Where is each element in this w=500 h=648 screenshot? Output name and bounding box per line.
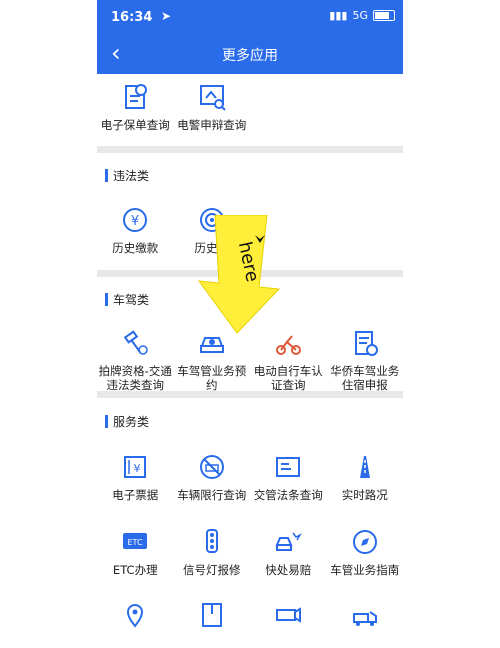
app-signal-repair[interactable]: 信号灯报修 <box>174 527 251 577</box>
insurance-doc-icon <box>125 84 148 109</box>
app-label: 快处易赔 <box>265 563 312 577</box>
traffic-light-icon <box>205 529 218 553</box>
etc-card-icon: ETC <box>123 533 148 549</box>
status-right: ▮▮▮ 5G <box>329 9 395 22</box>
app-label: 电子票据 <box>112 488 159 502</box>
section-title-text: 车驾类 <box>113 293 150 307</box>
section-title-violation: 违法类 <box>105 167 149 184</box>
nav-bar: ‹ 更多应用 <box>97 34 403 74</box>
app-vehicle-appointment[interactable]: 车驾管业务预约 <box>174 328 251 392</box>
tow-truck-icon <box>352 611 377 626</box>
app-label: ETC办理 <box>112 563 158 577</box>
app-etc[interactable]: ETC ETC办理 <box>97 527 174 577</box>
section-accent-bar <box>105 415 108 428</box>
battery-icon <box>373 10 395 21</box>
app-label: 华侨车驾业务住宿申报 <box>330 364 400 392</box>
compass-icon <box>352 530 377 554</box>
service-grid-row-2: ETC ETC办理 信号灯报修 快处易赔 车管业务指南 <box>97 527 403 577</box>
app-label: 信号灯报修 <box>183 563 241 577</box>
section-divider <box>97 391 403 398</box>
app-label: 电动自行车认证查询 <box>253 364 323 392</box>
network-type: 5G <box>352 9 368 22</box>
camera-appeal-icon <box>199 85 226 111</box>
vehicle-grid: 拍牌资格-交通违法类查询 车驾管业务预约 电动自行车认证查询 华侨车驾业务住宿申… <box>97 328 403 392</box>
app-label: 车管业务指南 <box>330 563 400 577</box>
app-label: 实时路况 <box>341 488 388 502</box>
app-service-map[interactable] <box>97 600 174 636</box>
svg-text:ETC: ETC <box>128 538 143 547</box>
guide-book-icon <box>201 603 222 627</box>
app-e-receipt[interactable]: ¥ 电子票据 <box>97 452 174 502</box>
app-label: 电子保单查询 <box>100 118 170 132</box>
page-title: 更多应用 <box>222 48 278 64</box>
app-plate-qualification[interactable]: 拍牌资格-交通违法类查询 <box>97 328 174 392</box>
here-arrow-overlay: here <box>197 215 281 334</box>
residence-form-icon <box>354 331 378 356</box>
car-crash-icon <box>275 532 303 551</box>
map-pin-icon <box>127 604 144 628</box>
app-quick-claim[interactable]: 快处易赔 <box>250 527 327 577</box>
section-accent-bar <box>105 169 108 182</box>
app-payment-history[interactable]: ¥ 历史缴款 <box>97 205 174 255</box>
app-overseas-residence[interactable]: 华侨车驾业务住宿申报 <box>327 328 404 392</box>
app-vehicle-restriction[interactable]: 车辆限行查询 <box>174 452 251 502</box>
app-electronic-insurance[interactable]: 电子保单查询 <box>97 82 174 132</box>
app-label: 历史缴款 <box>112 241 159 255</box>
yuan-coin-icon: ¥ <box>123 208 148 232</box>
gavel-icon <box>124 330 148 355</box>
app-ebike-certification[interactable]: 电动自行车认证查询 <box>250 328 327 392</box>
signal-bars-icon: ▮▮▮ <box>329 9 348 22</box>
app-label: 拍牌资格-交通违法类查询 <box>98 364 172 392</box>
section-accent-bar <box>105 293 108 306</box>
app-operation-guide[interactable] <box>174 600 251 636</box>
section-title-text: 违法类 <box>113 169 150 183</box>
app-traffic-law[interactable]: 交管法条查询 <box>250 452 327 502</box>
receipt-icon: ¥ <box>124 456 147 478</box>
section-title-text: 服务类 <box>113 415 150 429</box>
app-tow-service[interactable] <box>327 600 404 636</box>
app-realtime-traffic[interactable]: 实时路况 <box>327 452 404 502</box>
location-arrow-icon: ➤ <box>161 9 172 23</box>
app-camera-appeal[interactable]: 电警申辩查询 <box>174 82 251 132</box>
section-divider <box>97 146 403 153</box>
app-label: 交管法条查询 <box>253 488 323 502</box>
app-camera-query[interactable] <box>250 600 327 636</box>
service-grid-row-1: ¥ 电子票据 车辆限行查询 交管法条查询 实时路况 <box>97 452 403 502</box>
status-bar: 16:34 ➤ ▮▮▮ 5G <box>97 0 403 34</box>
svg-text:¥: ¥ <box>131 214 139 229</box>
section-title-service: 服务类 <box>105 413 149 430</box>
app-label: 车辆限行查询 <box>177 488 247 502</box>
road-traffic-icon <box>359 456 370 478</box>
camera-icon <box>276 607 302 623</box>
section-title-vehicle: 车驾类 <box>105 291 149 308</box>
svg-text:¥: ¥ <box>134 462 141 475</box>
law-doc-icon <box>276 457 301 477</box>
app-vehicle-guide[interactable]: 车管业务指南 <box>327 527 404 577</box>
app-label: 车驾管业务预约 <box>177 364 247 392</box>
top-grid: 电子保单查询 电警申辩查询 <box>97 82 403 132</box>
status-time: 16:34 <box>111 10 153 25</box>
no-car-icon <box>199 455 224 479</box>
service-grid-row-3 <box>97 600 403 636</box>
app-label: 电警申辩查询 <box>177 118 247 132</box>
